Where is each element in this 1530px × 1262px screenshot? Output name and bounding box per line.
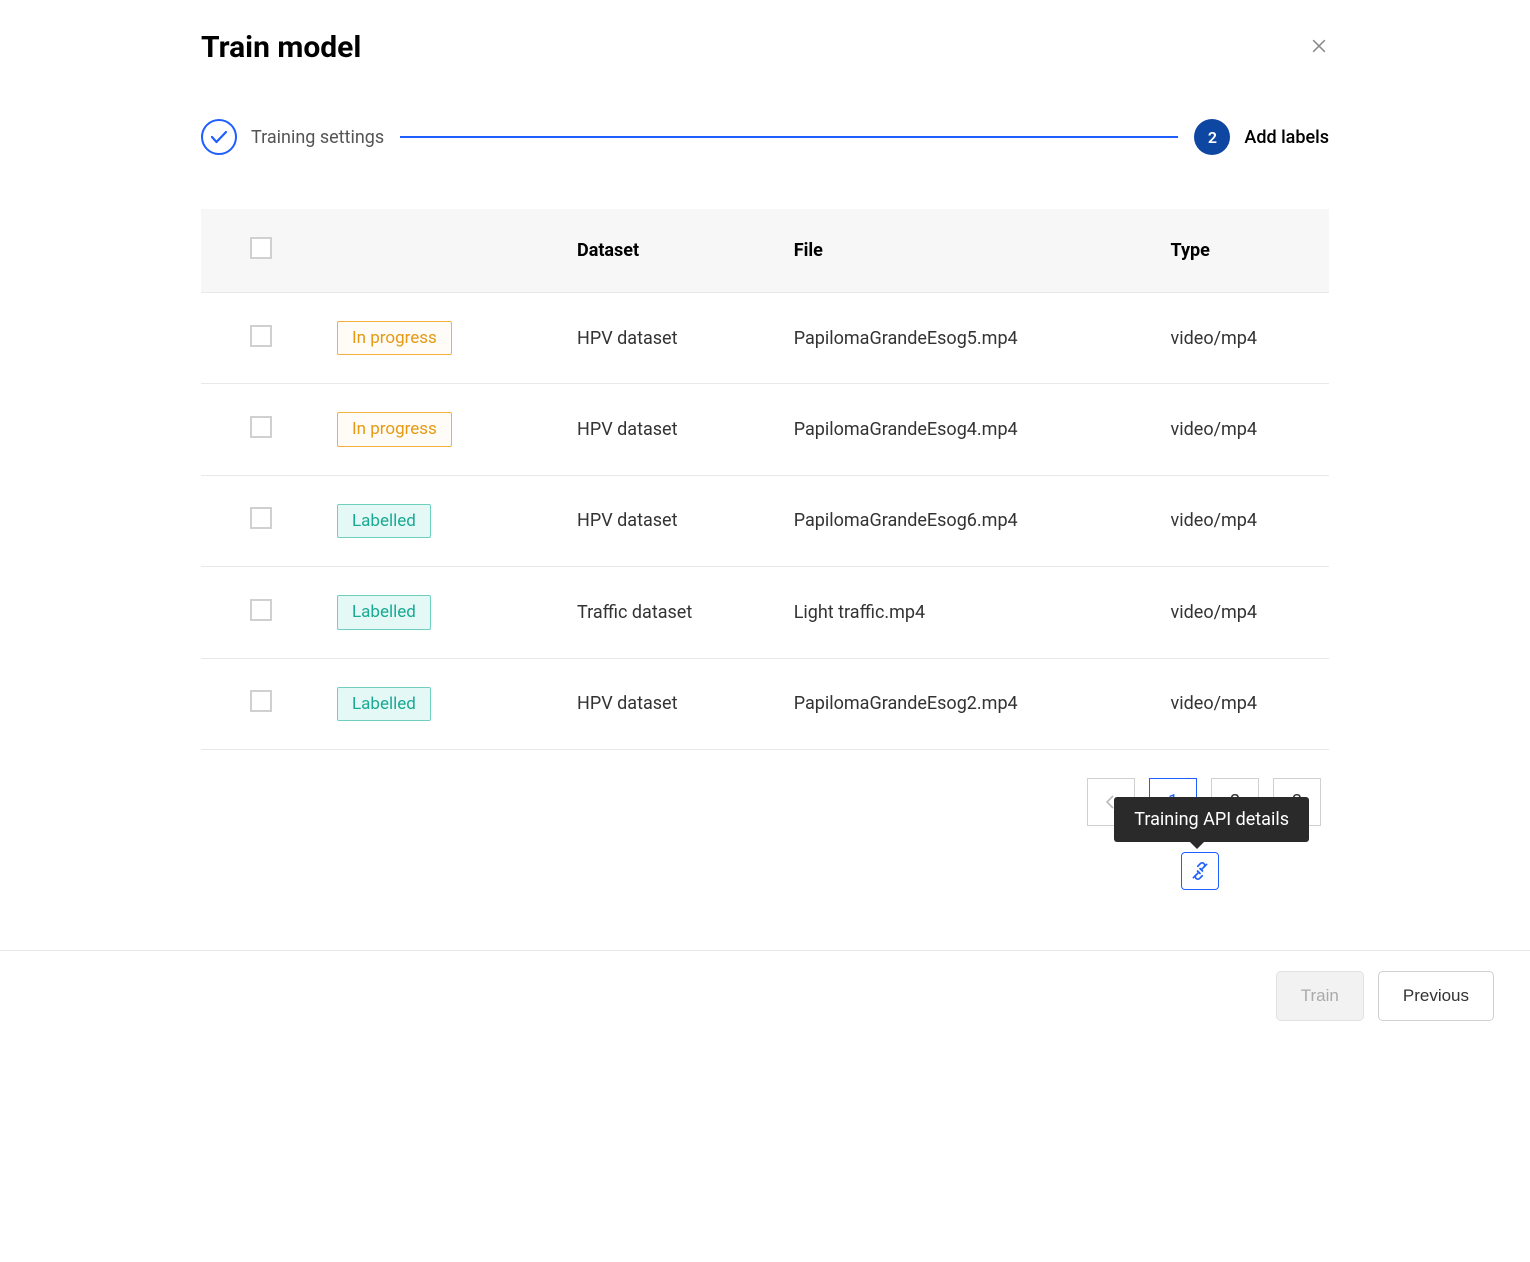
cell-dataset: HPV dataset — [561, 293, 778, 384]
check-icon — [201, 119, 237, 155]
col-header-dataset: Dataset — [561, 209, 778, 293]
status-badge: In progress — [337, 412, 452, 446]
step-add-labels[interactable]: 2 Add labels — [1194, 119, 1329, 155]
col-header-type: Type — [1155, 209, 1329, 293]
cell-dataset: HPV dataset — [561, 658, 778, 749]
row-checkbox[interactable] — [250, 599, 272, 621]
row-checkbox[interactable] — [250, 416, 272, 438]
stepper: Training settings 2 Add labels — [201, 119, 1329, 155]
cell-dataset: HPV dataset — [561, 384, 778, 475]
table-row: In progress HPV dataset PapilomaGrandeEs… — [201, 293, 1329, 384]
status-badge: Labelled — [337, 687, 431, 721]
cell-type: video/mp4 — [1155, 293, 1329, 384]
table-row: Labelled HPV dataset PapilomaGrandeEsog6… — [201, 475, 1329, 566]
api-details-button[interactable] — [1181, 852, 1219, 890]
row-checkbox[interactable] — [250, 325, 272, 347]
table-row: Labelled Traffic dataset Light traffic.m… — [201, 567, 1329, 658]
plug-icon — [1190, 861, 1210, 881]
status-badge: Labelled — [337, 504, 431, 538]
status-badge: In progress — [337, 321, 452, 355]
cell-file: PapilomaGrandeEsog6.mp4 — [778, 475, 1155, 566]
cell-file: PapilomaGrandeEsog2.mp4 — [778, 658, 1155, 749]
cell-type: video/mp4 — [1155, 567, 1329, 658]
page-title: Train model — [201, 30, 1329, 65]
cell-type: video/mp4 — [1155, 475, 1329, 566]
select-all-checkbox[interactable] — [250, 237, 272, 259]
cell-type: video/mp4 — [1155, 384, 1329, 475]
row-checkbox[interactable] — [250, 690, 272, 712]
table-row: Labelled HPV dataset PapilomaGrandeEsog2… — [201, 658, 1329, 749]
step-training-settings[interactable]: Training settings — [201, 119, 384, 155]
cell-file: Light traffic.mp4 — [778, 567, 1155, 658]
row-checkbox[interactable] — [250, 507, 272, 529]
footer: Train Previous — [0, 950, 1530, 1041]
step-label: Training settings — [251, 127, 384, 148]
status-badge: Labelled — [337, 595, 431, 629]
close-icon[interactable] — [1309, 36, 1329, 56]
cell-dataset: Traffic dataset — [561, 567, 778, 658]
tooltip: Training API details — [1114, 797, 1309, 842]
step-label: Add labels — [1244, 127, 1329, 148]
train-button[interactable]: Train — [1276, 971, 1364, 1021]
step-number-badge: 2 — [1194, 119, 1230, 155]
cell-type: video/mp4 — [1155, 658, 1329, 749]
previous-button[interactable]: Previous — [1378, 971, 1494, 1021]
step-connector — [400, 136, 1178, 138]
cell-file: PapilomaGrandeEsog5.mp4 — [778, 293, 1155, 384]
labels-table: Dataset File Type In progress HPV datase… — [201, 209, 1329, 750]
cell-file: PapilomaGrandeEsog4.mp4 — [778, 384, 1155, 475]
cell-dataset: HPV dataset — [561, 475, 778, 566]
table-row: In progress HPV dataset PapilomaGrandeEs… — [201, 384, 1329, 475]
col-header-file: File — [778, 209, 1155, 293]
